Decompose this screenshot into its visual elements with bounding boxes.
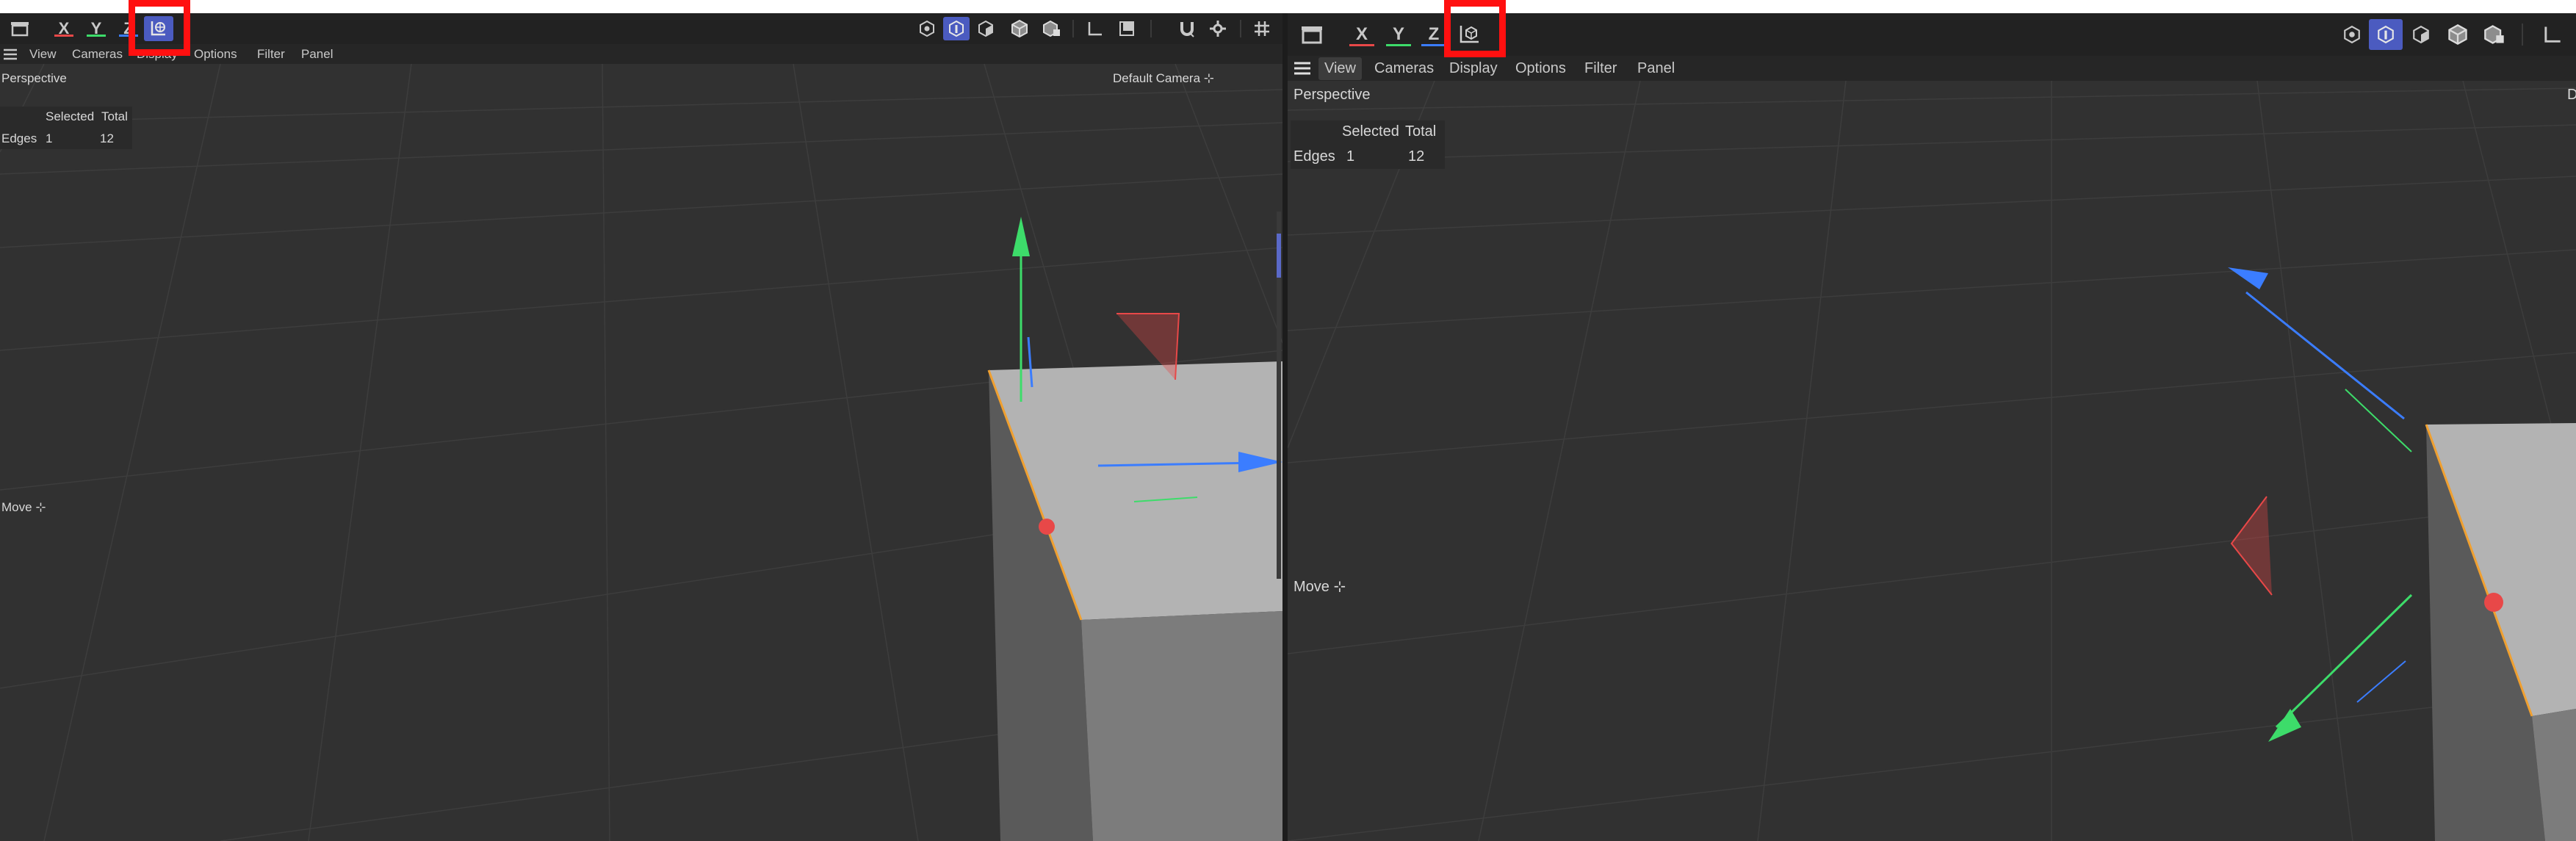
viewport-panel-right: X Y Z View Cameras Display Options Filte… <box>1288 13 2576 841</box>
move-tool-icon: ⊹ <box>35 500 46 514</box>
y-axis-arrow <box>1012 217 1030 256</box>
edges-mode-icon[interactable] <box>943 17 970 40</box>
z-axis-label: Z <box>1428 24 1440 44</box>
polygons-mode-icon[interactable] <box>973 17 999 40</box>
toolbar-separator <box>2522 24 2523 46</box>
menu-filter[interactable]: Filter <box>1584 60 1617 77</box>
xy-plane-handle <box>2230 496 2273 596</box>
model-mode-icon[interactable] <box>1006 17 1033 40</box>
menu-panel[interactable]: Panel <box>1637 60 1675 77</box>
hud-edges-label: Edges <box>1 131 37 145</box>
camera-name-label[interactable]: D <box>2567 87 2576 104</box>
workplane-grid-icon[interactable] <box>1249 17 1275 40</box>
points-mode-icon[interactable] <box>2337 19 2367 50</box>
active-tool-label: Move ⊹ <box>1294 577 1346 596</box>
cube-front-face <box>1081 611 1282 841</box>
camera-name-text: Default Camera <box>1113 71 1201 85</box>
texture-mode-icon[interactable] <box>1039 17 1065 40</box>
menu-options[interactable]: Options <box>194 47 237 62</box>
toolbar-separator <box>1150 20 1152 37</box>
hud-selected-header: Selected <box>46 109 95 123</box>
lock-y-axis-button[interactable]: Y <box>1382 19 1415 50</box>
solo-mode-icon[interactable] <box>1114 17 1140 40</box>
menu-display[interactable]: Display <box>1449 60 1498 77</box>
menu-options[interactable]: Options <box>1515 60 1566 77</box>
toolbar-separator <box>1240 20 1241 37</box>
axis-mode-icon[interactable] <box>2536 19 2567 50</box>
selection-hud: Selected Total Edges 1 12 <box>0 107 132 149</box>
x-axis-label: X <box>1355 24 1368 44</box>
hud-total-header: Total <box>1405 123 1437 140</box>
lock-x-axis-button[interactable]: X <box>50 17 78 40</box>
3d-viewport-right[interactable] <box>1288 81 2576 841</box>
viewport-layout-icon[interactable] <box>6 17 34 40</box>
view-name-label: Perspective <box>1294 87 1371 103</box>
menu-panel[interactable]: Panel <box>301 47 333 62</box>
highlight-box-left <box>129 0 190 56</box>
snap-magnet-icon[interactable] <box>1174 17 1200 40</box>
snap-settings-icon[interactable] <box>1205 17 1231 40</box>
camera-move-icon: ⊹ <box>1203 71 1215 85</box>
menu-cameras[interactable]: Cameras <box>72 47 123 62</box>
hud-total-header: Total <box>101 109 128 123</box>
hud-selected-header: Selected <box>1342 123 1399 140</box>
gizmo-origin-point <box>1039 519 1055 535</box>
move-tool-icon: ⊹ <box>1333 579 1346 595</box>
viewport-scene <box>0 64 1282 841</box>
points-mode-icon[interactable] <box>914 17 940 40</box>
viewport-scene <box>1288 81 2576 841</box>
view-name-label: Perspective <box>1 71 67 85</box>
hamburger-menu-icon[interactable] <box>1 46 19 62</box>
hud-selected-value: 1 <box>46 131 53 145</box>
highlight-box-right <box>1444 0 1506 57</box>
edges-mode-icon[interactable] <box>2369 19 2403 50</box>
hamburger-menu-icon[interactable] <box>1292 59 1313 77</box>
viewport-layout-icon[interactable] <box>1295 19 1329 50</box>
tool-name: Move <box>1294 579 1330 595</box>
model-mode-icon[interactable] <box>2442 19 2473 50</box>
viewport-panel-left: X Y Z View Cameras Display Options Filte… <box>0 13 1282 841</box>
hud-selected-value: 1 <box>1346 148 1355 165</box>
viewport-menubar: View Cameras Display Options Filter Pane… <box>1288 56 2576 81</box>
toolbar-separator <box>1072 20 1074 37</box>
menu-view[interactable]: View <box>29 47 57 62</box>
active-tool-label: Move ⊹ <box>1 500 46 515</box>
selection-hud: Selected Total Edges 1 12 <box>1291 120 1445 169</box>
viewport-toolbar: X Y Z <box>0 13 1282 44</box>
hud-edges-label: Edges <box>1294 148 1335 165</box>
lock-x-axis-button[interactable]: X <box>1345 19 1379 50</box>
hud-total-value: 12 <box>1408 148 1425 165</box>
viewport-menubar: View Cameras Display Options Filter Pane… <box>0 44 1282 64</box>
z-axis-arrow <box>2228 267 2268 289</box>
gizmo-origin-point <box>2484 593 2503 612</box>
y-axis-label: Y <box>1392 24 1404 44</box>
panel-divider[interactable] <box>1282 13 1288 841</box>
polygons-mode-icon[interactable] <box>2406 19 2436 50</box>
axis-mode-icon[interactable] <box>1081 17 1108 40</box>
hud-total-value: 12 <box>100 131 114 145</box>
lock-y-axis-button[interactable]: Y <box>82 17 110 40</box>
scrollbar-thumb[interactable] <box>1277 234 1281 278</box>
camera-name-label[interactable]: Default Camera ⊹ <box>1113 71 1214 86</box>
menu-filter[interactable]: Filter <box>257 47 285 62</box>
menu-cameras[interactable]: Cameras <box>1374 60 1434 77</box>
tool-name: Move <box>1 500 32 514</box>
3d-viewport-left[interactable] <box>0 64 1282 841</box>
texture-mode-icon[interactable] <box>2479 19 2510 50</box>
menu-view[interactable]: View <box>1318 57 1362 80</box>
